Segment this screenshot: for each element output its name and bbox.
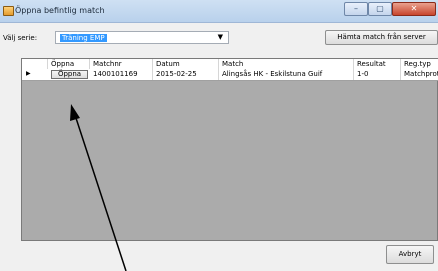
annotation-arrow-head <box>70 104 80 121</box>
open-match-window: Öppna befintlig match – ▢ ✕ Välj serie: … <box>0 0 438 271</box>
annotation-arrow <box>70 104 127 271</box>
annotation-arrow-line <box>74 114 127 271</box>
